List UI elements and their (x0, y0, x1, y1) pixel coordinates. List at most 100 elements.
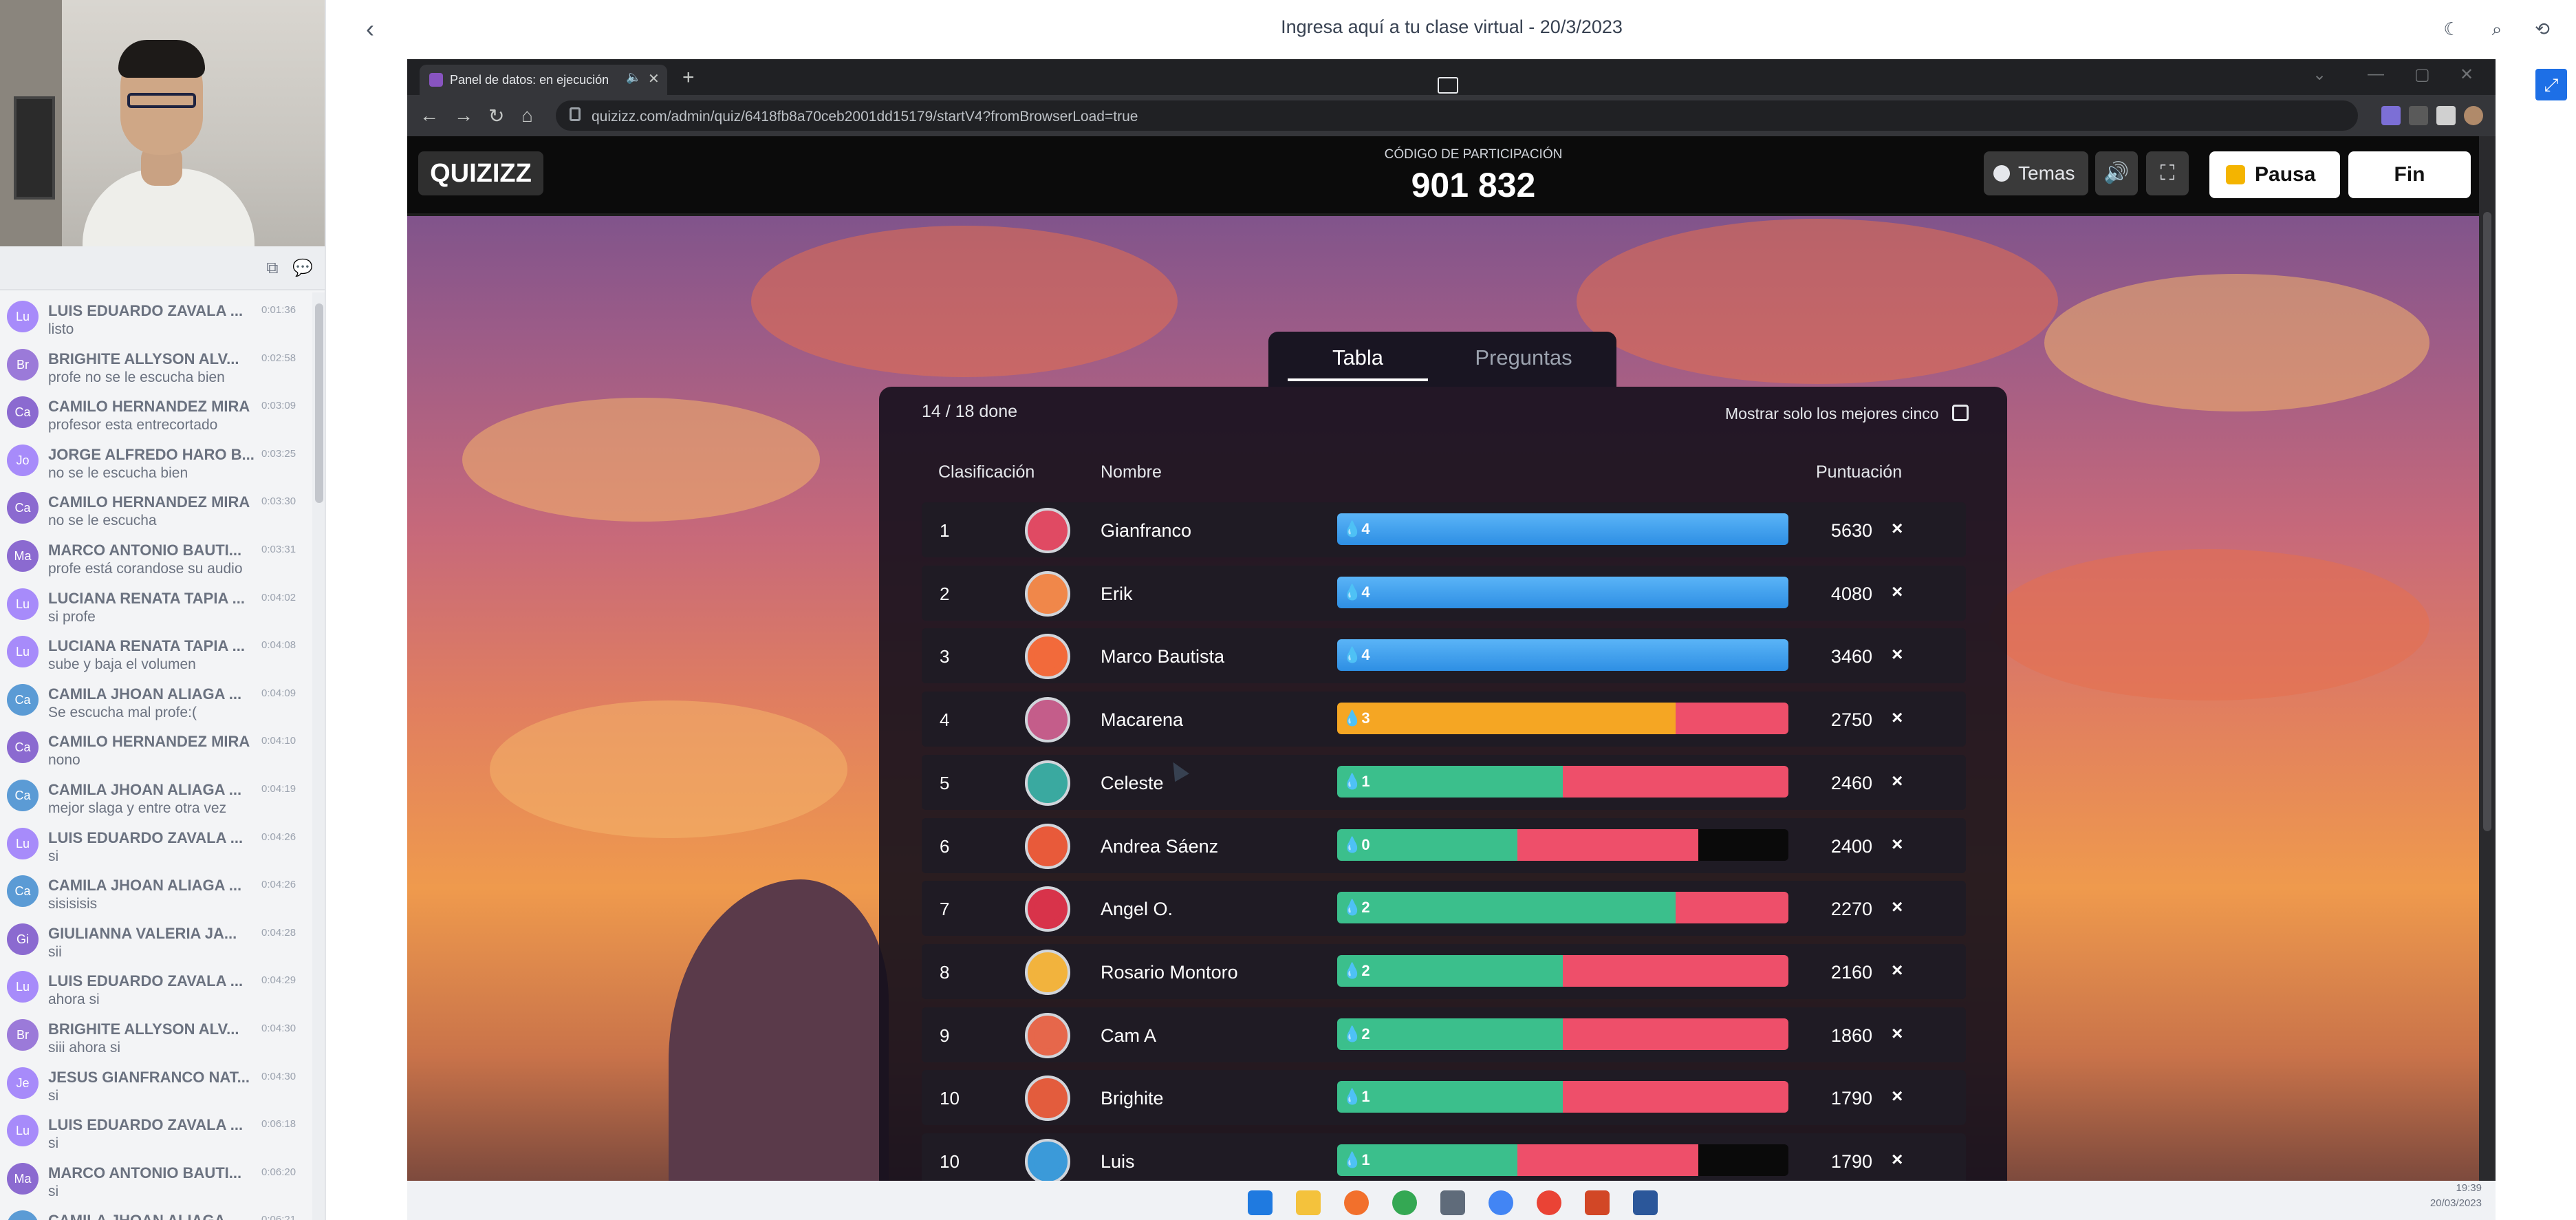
leaderboard-row[interactable]: 7 Angel O. 💧2 2270 × (922, 881, 1966, 937)
leaderboard-row[interactable]: 3 Marco Bautista 💧4 3460 × (922, 628, 1966, 684)
chat-sender-name: CAMILA JHOAN ALIAGA ... (48, 877, 242, 895)
remove-player-icon[interactable]: × (1892, 959, 1903, 981)
remove-player-icon[interactable]: × (1892, 517, 1903, 539)
remove-player-icon[interactable]: × (1892, 643, 1903, 665)
remove-player-icon[interactable]: × (1892, 833, 1903, 855)
chat-message: Ca CAMILA JHOAN ALIAGA ... 0:04:09 Se escuc… (0, 676, 312, 724)
new-tab-icon[interactable]: + (682, 66, 695, 89)
top-five-checkbox[interactable] (1952, 405, 1969, 421)
chrome-alt-icon[interactable] (1489, 1190, 1513, 1215)
tab-preguntas[interactable]: Preguntas (1450, 340, 1597, 381)
close-tab-icon[interactable]: ✕ (648, 70, 660, 87)
cloud-shape (1577, 219, 2058, 384)
player-score: 1790 (1830, 1088, 1872, 1109)
fullscreen-icon[interactable]: ⛶ (2146, 151, 2189, 195)
tab-tabla[interactable]: Tabla (1288, 340, 1428, 381)
reload-icon[interactable]: ↻ (488, 105, 504, 127)
chat-sender-name: LUCIANA RENATA TAPIA ... (48, 589, 245, 607)
leaderboard-row[interactable]: 4 Macarena 💧3 2750 × (922, 692, 1966, 747)
browser-tab[interactable]: Panel de datos: en ejecución 🔈 ✕ (420, 65, 667, 95)
streak-count: 2 (1361, 961, 1370, 979)
home-icon[interactable]: ⌂ (521, 105, 533, 127)
remove-player-icon[interactable]: × (1892, 1023, 1903, 1045)
chat-sender-name: LUIS EDUARDO ZAVALA ... (48, 1116, 243, 1134)
leaderboard-row[interactable]: 8 Rosario Montoro 💧2 2160 × (922, 943, 1966, 999)
player-avatar-icon (1025, 949, 1070, 995)
chat-timestamp: 0:04:30 (261, 1070, 296, 1082)
leaderboard-row[interactable]: 9 Cam A 💧2 1860 × (922, 1007, 1966, 1062)
player-avatar-fill (1035, 833, 1061, 859)
player-score: 2750 (1830, 709, 1872, 731)
leaderboard-row[interactable]: 10 Brighite 💧1 1790 × (922, 1070, 1966, 1126)
streak-badge: 💧2 (1343, 899, 1370, 917)
forward-arrow-icon[interactable]: → (454, 105, 473, 127)
extension-icon[interactable] (2381, 106, 2401, 125)
chrome-profile-icon[interactable] (1537, 1190, 1561, 1215)
remove-player-icon[interactable]: × (1892, 896, 1903, 918)
chrome-icon[interactable] (1392, 1190, 1417, 1215)
tab-search-icon[interactable]: ⌄ (2313, 65, 2326, 85)
chat-message: Ma MARCO ANTONIO BAUTI... 0:06:20 si (0, 1155, 312, 1203)
accuracy-bar: 💧0 (1337, 828, 1788, 861)
tool-icon[interactable] (1440, 1190, 1465, 1215)
refresh-icon[interactable]: ⟲ (2529, 15, 2556, 43)
remove-player-icon[interactable]: × (1892, 1085, 1903, 1107)
chat-bubbles-icon[interactable]: 💬 (292, 257, 314, 279)
player-avatar-fill (1035, 517, 1061, 544)
chat-message: Je JESUS GIANFRANCO NAT... 0:04:30 si (0, 1059, 312, 1107)
pause-button[interactable]: Pausa (2209, 151, 2340, 198)
row-rank: 10 (940, 1151, 960, 1172)
player-name: Erik (1101, 583, 1133, 604)
back-arrow-icon[interactable]: ← (420, 105, 439, 127)
player-score: 2400 (1830, 835, 1872, 857)
maximize-icon[interactable]: ▢ (2414, 65, 2430, 85)
leaderboard-row[interactable]: 5 Celeste 💧1 2460 × (922, 754, 1966, 810)
chat-message: Lu LUIS EDUARDO ZAVALA ... 0:06:18 si (0, 1106, 312, 1155)
themes-button[interactable]: Temas (1984, 151, 2088, 195)
page-title: Ingresa aquí a tu clase virtual - 20/3/2… (1281, 17, 1623, 37)
close-window-icon[interactable]: ✕ (2460, 65, 2474, 85)
end-button[interactable]: Fin (2348, 151, 2471, 198)
minimize-icon[interactable]: — (2368, 65, 2384, 84)
avatar: Lu (7, 971, 39, 1003)
page-scrollbar-thumb[interactable] (2483, 212, 2491, 831)
page-scrollbar[interactable] (2479, 136, 2496, 1181)
profile-avatar-icon[interactable] (2464, 106, 2483, 125)
firefox-icon[interactable] (1344, 1190, 1369, 1215)
leaderboard-row[interactable]: 10 Luis 💧1 1790 × (922, 1133, 1966, 1181)
url-input[interactable]: quizizz.com/admin/quiz/6418fb8a70ceb2001… (556, 100, 2358, 131)
chat-scrollbar[interactable] (312, 292, 325, 1220)
leaderboard-row[interactable]: 2 Erik 💧4 4080 × (922, 565, 1966, 621)
player-name: Luis (1101, 1151, 1135, 1172)
word-icon[interactable] (1633, 1190, 1658, 1215)
expand-icon[interactable]: ⤢ (2535, 69, 2567, 100)
extension-icon[interactable] (2409, 106, 2428, 125)
chat-scrollbar-thumb[interactable] (315, 303, 323, 503)
file-explorer-icon[interactable] (1296, 1190, 1321, 1215)
puzzle-icon[interactable] (2436, 106, 2456, 125)
volume-icon[interactable]: 🔊 (2095, 151, 2138, 195)
windows-start-icon[interactable] (1248, 1190, 1273, 1215)
accuracy-bar-wrong (1563, 1018, 1788, 1050)
leaderboard-row[interactable]: 6 Andrea Sáenz 💧0 2400 × (922, 817, 1966, 873)
remove-player-icon[interactable]: × (1892, 770, 1903, 792)
avatar: Br (7, 348, 39, 381)
chat-message-text: no se le escucha (48, 513, 157, 529)
powerpoint-icon[interactable] (1585, 1190, 1610, 1215)
chat-message: Jo JORGE ALFREDO HARO B... 0:03:25 no se le… (0, 436, 312, 484)
left-panel: ⧉ 💬 Lu LUIS EDUARDO ZAVALA ... 0:01:36 list… (0, 0, 326, 1220)
chat-timestamp: 0:04:08 (261, 639, 296, 652)
player-avatar-icon (1025, 1012, 1070, 1058)
speaker-icon[interactable]: 🔈 (626, 70, 641, 85)
accuracy-bar-correct (1337, 639, 1788, 672)
remove-player-icon[interactable]: × (1892, 581, 1903, 603)
leaderboard-row[interactable]: 1 Gianfranco 💧4 5630 × (922, 502, 1966, 557)
copy-icon[interactable]: ⧉ (261, 257, 283, 279)
remove-player-icon[interactable]: × (1892, 1148, 1903, 1170)
player-score: 2160 (1830, 961, 1872, 983)
remove-player-icon[interactable]: × (1892, 707, 1903, 729)
chat-sender-name: CAMILA JHOAN ALIAGA ... (48, 1212, 255, 1220)
moon-icon[interactable]: ☾ (2438, 15, 2465, 43)
search-icon[interactable]: ⌕ (2483, 15, 2511, 43)
chat-sender-name: BRIGHITE ALLYSON ALV... (48, 1020, 239, 1038)
